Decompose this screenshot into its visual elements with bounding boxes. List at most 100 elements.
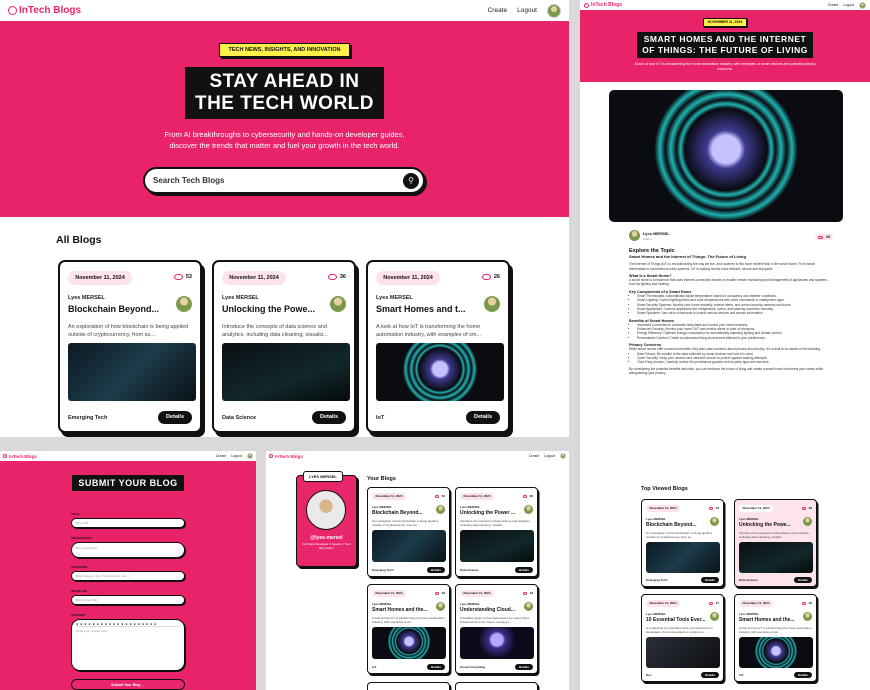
article-author: Lyes MERSEL bbox=[643, 231, 670, 236]
article-title: SMART HOMES AND THE INTERNET OF THINGS: … bbox=[637, 32, 813, 58]
blog-card[interactable]: November 11, 2024 36 Lyes MERSEL Unlocki… bbox=[212, 260, 356, 433]
blog-card[interactable] bbox=[367, 682, 450, 690]
hero-subtitle: From AI breakthroughs to cybersecurity a… bbox=[0, 129, 569, 151]
brand-name: InTech Blogs bbox=[9, 453, 37, 459]
details-button[interactable]: Details bbox=[515, 664, 533, 670]
card-image bbox=[646, 637, 720, 668]
home-page: InTech Blogs Create Logout TECH NEWS, IN… bbox=[0, 0, 569, 437]
headline-line-1: STAY AHEAD IN bbox=[209, 71, 360, 92]
submit-button-label: Submit Your Blog bbox=[111, 683, 141, 687]
card-author: Lyes MERSEL bbox=[460, 505, 481, 509]
logo-icon bbox=[584, 2, 589, 8]
benefits-list: Increased Convenience: Automate daily ta… bbox=[629, 323, 829, 340]
card-image bbox=[460, 530, 534, 562]
nav-create-link[interactable]: Create bbox=[529, 454, 540, 458]
author-avatar bbox=[803, 612, 812, 621]
brand-logo[interactable]: InTech Blogs bbox=[269, 454, 303, 459]
details-button[interactable]: Details bbox=[701, 577, 719, 583]
nav-logout-link[interactable]: Logout bbox=[544, 454, 555, 458]
blog-card[interactable]: November 11, 2024 53 Lyes MERSEL Blockch… bbox=[641, 499, 724, 587]
blog-card[interactable]: November 11, 2024 26 Lyes MERSEL Smart H… bbox=[734, 594, 817, 682]
details-button[interactable]: Details bbox=[466, 411, 500, 424]
card-title: Smart Homes and the... bbox=[739, 617, 795, 623]
brand-name: InTech Blogs bbox=[19, 5, 82, 16]
details-button[interactable]: Details bbox=[701, 672, 719, 678]
article-views: 26 bbox=[815, 234, 833, 240]
view-count: 53 bbox=[715, 506, 719, 510]
submit-title: SUBMIT YOUR BLOG bbox=[72, 475, 184, 491]
description-input[interactable]: Blog Description bbox=[71, 542, 185, 558]
search-button[interactable]: ⚲ bbox=[403, 172, 419, 189]
blog-card[interactable]: November 11, 2024 53 Lyes MERSEL Blockch… bbox=[367, 487, 450, 577]
card-author: Lyes MERSEL bbox=[739, 612, 760, 616]
view-count: 53 bbox=[441, 494, 445, 498]
eye-icon bbox=[481, 274, 491, 280]
nav-logout-link[interactable]: Logout bbox=[517, 7, 537, 14]
intro-paragraph: The Internet of Things (IoT) is revoluti… bbox=[629, 262, 815, 271]
author-avatar bbox=[803, 517, 812, 526]
view-count: 36 bbox=[808, 506, 812, 510]
content-placeholder: Write your content here... bbox=[76, 629, 110, 633]
nav-logout-link[interactable]: Logout bbox=[231, 454, 242, 458]
details-button[interactable]: Details bbox=[427, 664, 445, 670]
details-button[interactable]: Details bbox=[427, 567, 445, 573]
card-title: Unlocking the Powe... bbox=[739, 522, 791, 528]
blog-card[interactable]: November 11, 2024 26 Lyes MERSEL Smart H… bbox=[366, 260, 510, 433]
avatar[interactable] bbox=[560, 453, 566, 459]
details-button[interactable]: Details bbox=[794, 672, 812, 678]
category-input[interactable]: Blog Category (Ex. Cybersecurity, Ecc..) bbox=[71, 571, 185, 581]
article-header: NOVEMBER 11, 2024 SMART HOMES AND THE IN… bbox=[580, 10, 870, 82]
card-image bbox=[222, 343, 350, 401]
blog-card[interactable]: November 11, 2024 53 Lyes MERSEL Blockch… bbox=[58, 260, 202, 433]
top-viewed-title: Top Viewed Blogs bbox=[641, 486, 688, 492]
blog-card[interactable]: November 11, 2024 26 Lyes MERSEL Smart H… bbox=[367, 584, 450, 674]
brand-logo[interactable]: InTech Blogs bbox=[3, 454, 37, 459]
avatar[interactable] bbox=[859, 1, 866, 9]
blog-card[interactable] bbox=[455, 682, 538, 690]
nav-create-link[interactable]: Create bbox=[488, 7, 508, 14]
nav-create-link[interactable]: Create bbox=[216, 454, 227, 458]
search-icon: ⚲ bbox=[408, 176, 414, 185]
card-description: Introduce the concepts of data science a… bbox=[222, 324, 329, 338]
card-title: Understanding Cloud... bbox=[460, 607, 515, 613]
hero-badge: TECH NEWS, INSIGHTS, AND INNOVATION bbox=[219, 43, 350, 57]
content-editor[interactable]: ●●●●●●●●●●●●●●●●●●●● Write your content … bbox=[71, 619, 185, 671]
image-url-input[interactable]: Blog Image URL bbox=[71, 595, 185, 605]
card-views: 36 bbox=[801, 506, 812, 510]
blog-card[interactable]: November 11, 2024 36 Lyes MERSEL Unlocki… bbox=[455, 487, 538, 577]
nav-create-link[interactable]: Create bbox=[828, 3, 839, 7]
paragraph: A smart home is a residence that uses in… bbox=[629, 278, 828, 287]
eye-icon bbox=[522, 591, 527, 595]
view-count: 26 bbox=[826, 235, 830, 239]
details-button[interactable]: Details bbox=[158, 411, 192, 424]
avatar[interactable] bbox=[547, 3, 561, 18]
card-category: Emerging Tech bbox=[68, 415, 108, 421]
blog-card[interactable]: November 11, 2024 36 Lyes MERSEL Unlocki… bbox=[734, 499, 817, 587]
editor-toolbar[interactable]: ●●●●●●●●●●●●●●●●●●●● bbox=[76, 622, 180, 627]
brand-logo[interactable]: InTech Blogs bbox=[8, 5, 81, 16]
card-category: Emerging Tech bbox=[646, 578, 668, 582]
brand-logo[interactable]: InTech Blogs bbox=[584, 2, 622, 8]
card-category: Cloud Computing bbox=[460, 665, 486, 669]
submit-button[interactable]: Submit Your Blog → bbox=[71, 679, 185, 690]
search-bar[interactable]: Search Tech Blogs ⚲ bbox=[143, 167, 425, 194]
paragraph: While smart homes offer numerous benefit… bbox=[629, 347, 821, 352]
card-title: Blockchain Beyond... bbox=[646, 522, 697, 528]
card-views: 53 bbox=[173, 274, 192, 280]
details-button[interactable]: Details bbox=[515, 567, 533, 573]
eye-icon bbox=[708, 601, 713, 605]
blog-card[interactable]: November 11, 2024 19 Lyes MERSEL Underst… bbox=[455, 584, 538, 674]
details-button[interactable]: Details bbox=[312, 411, 346, 424]
title-input[interactable]: Blog Title bbox=[71, 518, 185, 528]
eye-icon bbox=[522, 494, 527, 498]
search-input[interactable]: Search Tech Blogs bbox=[153, 176, 224, 185]
card-date: November 11, 2024 bbox=[460, 590, 494, 597]
author-avatar bbox=[524, 505, 533, 514]
profile-avatar bbox=[306, 490, 346, 530]
nav-logout-link[interactable]: Logout bbox=[843, 3, 854, 7]
details-button[interactable]: Details bbox=[794, 577, 812, 583]
blog-card[interactable]: November 11, 2024 27 Lyes MERSEL 10 Esse… bbox=[641, 594, 724, 682]
card-image bbox=[646, 542, 720, 573]
avatar[interactable] bbox=[247, 453, 253, 459]
card-title: Smart Homes and the... bbox=[372, 607, 428, 613]
